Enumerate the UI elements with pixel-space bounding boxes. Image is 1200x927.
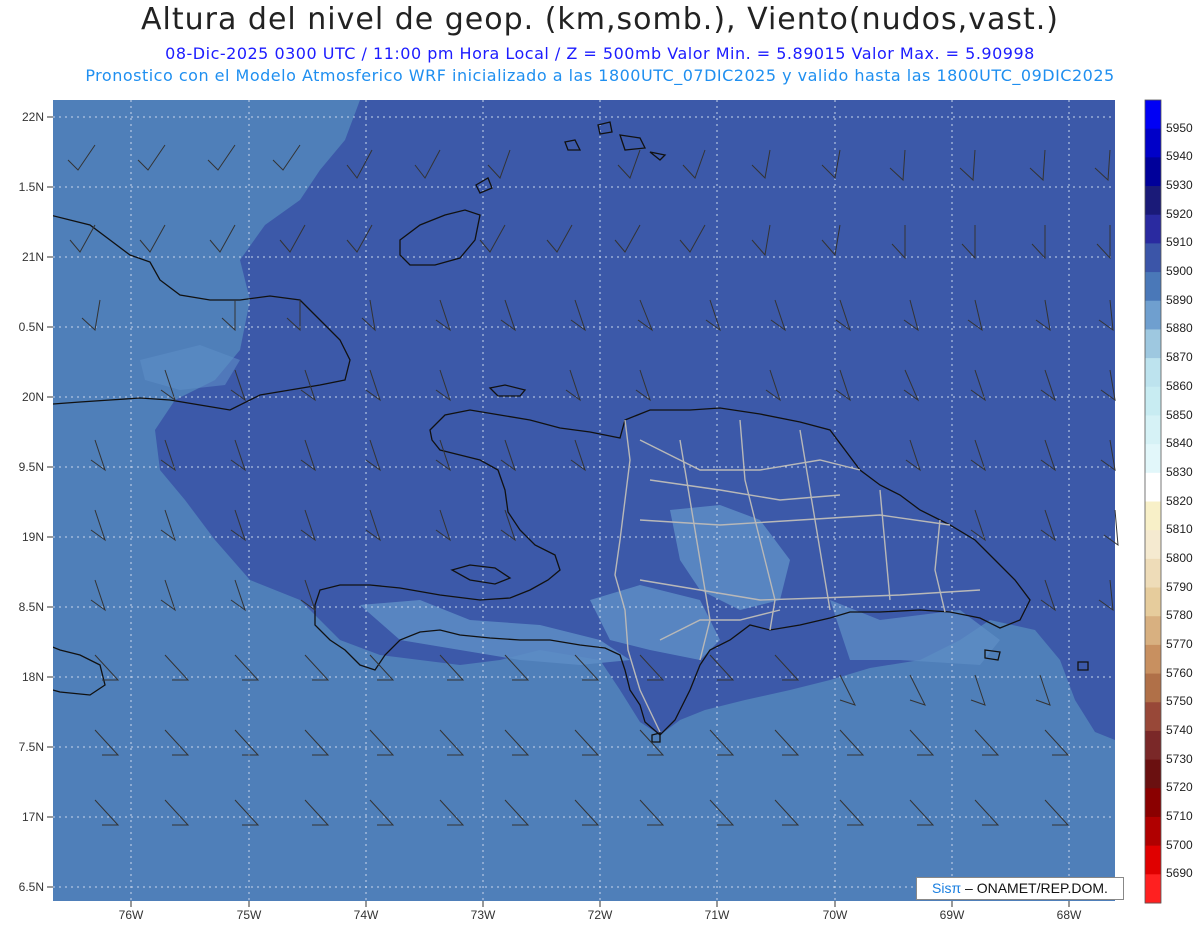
colorbar-swatch [1145, 186, 1161, 216]
lat-label: 22N [21, 110, 44, 124]
colorbar-swatch [1145, 874, 1161, 904]
colorbar-swatch [1145, 157, 1161, 187]
colorbar-label: 5860 [1166, 378, 1193, 393]
colorbar-swatch [1145, 558, 1161, 589]
colorbar-label: 5950 [1166, 120, 1193, 135]
colorbar-swatch [1145, 816, 1161, 847]
colorbar-swatch [1145, 243, 1161, 273]
colorbar-label: 5910 [1166, 235, 1193, 250]
colorbar-swatch [1145, 300, 1161, 330]
lat-label: 0.5N [18, 320, 44, 334]
lat-label: 7.5N [18, 740, 44, 754]
map-canvas [47, 99, 1162, 907]
lat-label: 19N [21, 530, 44, 544]
colorbar-label: 5750 [1166, 694, 1193, 709]
colorbar-swatch [1145, 845, 1161, 875]
colorbar-label: 5850 [1166, 407, 1193, 422]
lat-label: 9.5N [18, 460, 44, 474]
colorbar-swatch [1145, 415, 1161, 445]
colorbar-label: 5710 [1166, 809, 1193, 823]
colorbar-label: 5900 [1166, 264, 1193, 279]
colorbar-swatch [1145, 501, 1161, 531]
colorbar-label: 5760 [1166, 665, 1193, 680]
lat-label: 8.5N [18, 600, 44, 614]
colorbar-swatch [1145, 358, 1161, 388]
lon-label: 70W [822, 908, 848, 922]
colorbar-swatch [1145, 673, 1161, 703]
colorbar-label: 5720 [1166, 780, 1193, 795]
lon-label: 72W [587, 908, 613, 922]
colorbar-label: 5940 [1166, 149, 1193, 164]
colorbar-label: 5820 [1166, 493, 1193, 508]
colorbar-swatch [1145, 644, 1161, 675]
colorbar-label: 5690 [1166, 866, 1193, 881]
colorbar-label: 5810 [1166, 522, 1193, 537]
credit-text: – ONAMET/REP.DOM. [961, 880, 1108, 896]
colorbar-swatch [1145, 100, 1161, 130]
colorbar-label: 5830 [1166, 464, 1193, 479]
lat-label: 21N [21, 250, 44, 264]
lat-label: 17N [21, 810, 44, 824]
colorbar-label: 5740 [1166, 722, 1193, 737]
colorbar-label: 5770 [1166, 636, 1193, 651]
colorbar-swatch [1145, 730, 1161, 761]
colorbar-swatch [1145, 329, 1161, 359]
colorbar-swatch [1145, 472, 1161, 502]
colorbar-swatch [1145, 616, 1161, 646]
lat-label: 20N [21, 390, 44, 404]
colorbar-swatch [1145, 530, 1161, 560]
lat-label: 6.5N [18, 880, 44, 894]
colorbar-swatch [1145, 214, 1161, 244]
colorbar-label: 5700 [1166, 837, 1193, 852]
colorbar-swatches [1145, 100, 1161, 904]
colorbar-label: 5880 [1166, 321, 1193, 336]
colorbar-label: 5790 [1166, 579, 1193, 594]
colorbar-swatch [1145, 702, 1161, 732]
credit-box: Sisπ – ONAMET/REP.DOM. [916, 877, 1124, 900]
colorbar-label: 5780 [1166, 608, 1193, 623]
lat-label: 18N [21, 670, 44, 684]
colorbar-swatch [1145, 759, 1161, 789]
colorbar-label: 5840 [1166, 436, 1193, 451]
credit-brand: Sisπ [932, 880, 962, 896]
colorbar-swatch [1145, 272, 1161, 302]
lon-label: 73W [470, 908, 496, 922]
colorbar-label: 5800 [1166, 550, 1193, 565]
lon-label: 68W [1056, 908, 1082, 922]
colorbar-swatch [1145, 128, 1161, 158]
lon-label: 69W [939, 908, 965, 922]
lon-label: 76W [118, 908, 144, 922]
lon-label: 74W [353, 908, 379, 922]
colorbar-label: 5890 [1166, 292, 1193, 307]
lon-label: 71W [704, 908, 730, 922]
colorbar-swatch [1145, 444, 1161, 474]
colorbar-label: 5730 [1166, 751, 1193, 766]
colorbar-label: 5930 [1166, 178, 1193, 192]
lat-label: 1.5N [18, 180, 44, 194]
colorbar-label: 5920 [1166, 206, 1193, 221]
lon-label: 75W [236, 908, 262, 922]
colorbar-swatch [1145, 587, 1161, 617]
colorbar-swatch [1145, 788, 1161, 818]
colorbar-swatch [1145, 386, 1161, 416]
colorbar-label: 5870 [1166, 350, 1193, 365]
